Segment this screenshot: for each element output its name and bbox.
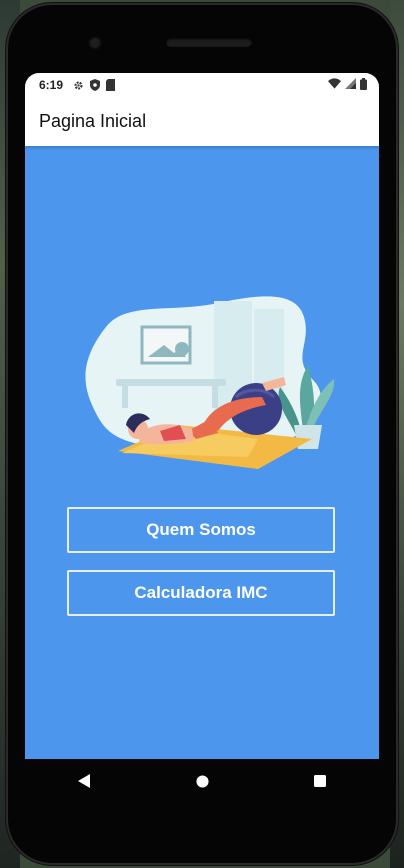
app-bar: Pagina Inicial	[25, 97, 379, 146]
gear-icon	[73, 80, 84, 91]
page-title: Pagina Inicial	[39, 111, 147, 131]
status-time: 6:19	[39, 78, 64, 92]
earpiece-speaker	[166, 38, 252, 47]
signal-icon	[345, 78, 356, 92]
recents-icon	[314, 775, 326, 787]
home-button[interactable]	[172, 761, 232, 801]
back-icon	[78, 774, 90, 788]
fitness-illustration	[85, 296, 335, 469]
shield-icon	[90, 79, 101, 91]
app-screen: 6:19 Pagina Inicial Quem Somos Calculado…	[25, 73, 379, 759]
home-icon	[195, 774, 209, 788]
recents-button[interactable]	[290, 761, 350, 801]
back-button[interactable]	[54, 761, 114, 801]
about-us-button[interactable]: Quem Somos	[67, 507, 335, 553]
status-right	[328, 77, 367, 93]
sim-card-icon	[106, 79, 116, 91]
wifi-icon	[328, 78, 341, 92]
system-nav-bar	[25, 759, 379, 803]
status-bar: 6:19	[25, 73, 379, 97]
bmi-calculator-button[interactable]: Calculadora IMC	[67, 570, 335, 616]
front-camera	[90, 38, 100, 48]
battery-icon	[360, 77, 367, 93]
